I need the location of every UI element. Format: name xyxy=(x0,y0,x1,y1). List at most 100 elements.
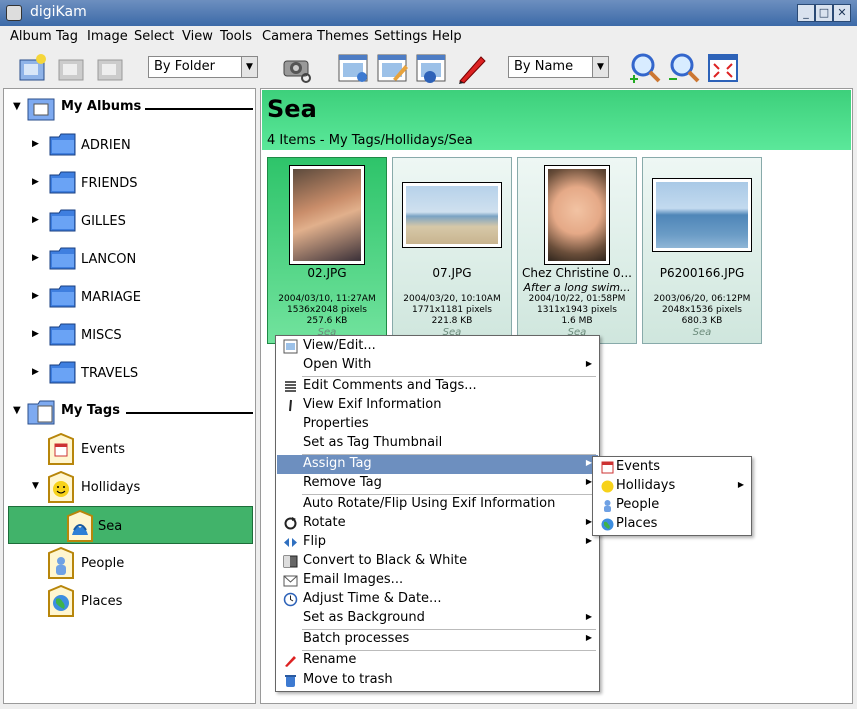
menu-settings[interactable]: Settings xyxy=(374,29,427,44)
menu-item-view-exif[interactable]: View Exif Information xyxy=(277,396,598,415)
menu-item-edit-comments[interactable]: Edit Comments and Tags... xyxy=(277,377,598,396)
submenu-arrow-icon: ▶ xyxy=(585,633,592,642)
albums-header[interactable]: ▼ My Albums xyxy=(4,91,255,121)
submenu-arrow-icon: ▶ xyxy=(737,480,744,489)
maximize-button[interactable]: □ xyxy=(815,4,833,22)
tag-hollidays[interactable]: ▼ Hollidays xyxy=(4,468,255,506)
menu-bar: Album Tag Image Select View Tools Camera… xyxy=(0,26,857,48)
sort-by-select[interactable]: By Name ▼ xyxy=(508,56,609,78)
album-miscs[interactable]: ▶ MISCS xyxy=(4,316,255,354)
close-button[interactable]: ✕ xyxy=(833,4,851,22)
menu-album[interactable]: Album xyxy=(10,29,52,44)
image-properties-icon[interactable] xyxy=(414,51,448,85)
fullscreen-icon[interactable] xyxy=(706,51,740,85)
menu-help[interactable]: Help xyxy=(432,29,462,44)
menu-item-convert-bw[interactable]: Convert to Black & White xyxy=(277,552,598,571)
edit-comments-icon[interactable] xyxy=(375,51,409,85)
view-image-icon[interactable] xyxy=(336,51,370,85)
collapsed-arrow-icon[interactable]: ▶ xyxy=(32,139,39,149)
menu-themes[interactable]: Themes xyxy=(317,29,369,44)
menu-item-assign-tag[interactable]: Assign Tag ▶ xyxy=(277,455,598,474)
menu-item-properties[interactable]: Properties xyxy=(277,415,598,434)
menu-item-set-background[interactable]: Set as Background ▶ xyxy=(277,609,598,628)
menu-item-label: Rotate xyxy=(303,515,346,530)
tags-header[interactable]: ▼ My Tags xyxy=(4,395,255,425)
album-lancon[interactable]: ▶ LANCON xyxy=(4,240,255,278)
menu-item-label: Auto Rotate/Flip Using Exif Information xyxy=(303,496,556,511)
file-date: 2004/03/10, 11:27AM xyxy=(278,294,376,304)
collapsed-arrow-icon[interactable]: ▶ xyxy=(32,253,39,263)
menu-item-rotate[interactable]: Rotate ▶ xyxy=(277,514,598,533)
thumbnail-item[interactable]: P6200166.JPG 2003/06/20, 06:12PM 2048x15… xyxy=(642,157,762,344)
submenu-item-events[interactable]: Events xyxy=(594,458,750,477)
zoom-out-icon[interactable] xyxy=(667,51,701,85)
group-by-select[interactable]: By Folder ▼ xyxy=(148,56,258,78)
album-mariage[interactable]: ▶ MARIAGE xyxy=(4,278,255,316)
menu-item-label: Batch processes xyxy=(303,631,410,646)
tag-events[interactable]: Events xyxy=(4,430,255,468)
collapsed-arrow-icon[interactable]: ▶ xyxy=(32,291,39,301)
black-white-icon xyxy=(283,555,298,568)
file-dimensions: 2048x1536 pixels xyxy=(662,305,742,315)
menu-item-label: Rename xyxy=(303,652,357,667)
menu-item-set-tag-thumbnail[interactable]: Set as Tag Thumbnail xyxy=(277,434,598,453)
submenu-item-places[interactable]: Places xyxy=(594,515,750,534)
menu-select[interactable]: Select xyxy=(134,29,174,44)
file-tags: Sea xyxy=(692,327,712,338)
tags-root-icon xyxy=(27,400,55,425)
menu-item-view-edit[interactable]: View/Edit... xyxy=(277,337,598,356)
tag-sea[interactable]: Sea xyxy=(8,506,253,544)
collapsed-arrow-icon[interactable]: ▶ xyxy=(32,177,39,187)
expanded-arrow-icon[interactable]: ▼ xyxy=(13,101,21,112)
menu-camera[interactable]: Camera xyxy=(262,29,313,44)
minimize-button[interactable]: _ xyxy=(797,4,815,22)
album-gilles[interactable]: ▶ GILLES xyxy=(4,202,255,240)
menu-item-flip[interactable]: Flip ▶ xyxy=(277,533,598,552)
expanded-arrow-icon[interactable]: ▼ xyxy=(32,481,39,491)
menu-item-auto-rotate[interactable]: Auto Rotate/Flip Using Exif Information xyxy=(277,495,598,514)
divider xyxy=(126,412,253,414)
menu-tag[interactable]: Tag xyxy=(56,29,78,44)
album-friends[interactable]: ▶ FRIENDS xyxy=(4,164,255,202)
menu-item-remove-tag[interactable]: Remove Tag ▶ xyxy=(277,474,598,493)
menu-item-rename[interactable]: Rename xyxy=(277,651,598,670)
delete-album-icon[interactable] xyxy=(94,51,128,85)
events-tag-icon xyxy=(601,461,614,474)
file-dimensions: 1771x1181 pixels xyxy=(412,305,492,315)
submenu-arrow-icon: ▶ xyxy=(585,359,592,368)
camera-icon[interactable] xyxy=(280,51,314,85)
zoom-in-icon[interactable] xyxy=(628,51,662,85)
collapsed-arrow-icon[interactable]: ▶ xyxy=(32,367,39,377)
album-label: MISCS xyxy=(81,328,122,343)
file-size: 680.3 KB xyxy=(681,316,723,326)
album-travels[interactable]: ▶ TRAVELS xyxy=(4,354,255,392)
new-album-icon[interactable] xyxy=(16,51,50,85)
thumbnail-item[interactable]: 07.JPG 2004/03/20, 10:10AM 1771x1181 pix… xyxy=(392,157,512,344)
menu-item-open-with[interactable]: Open With ▶ xyxy=(277,356,598,375)
file-date: 2004/03/20, 10:10AM xyxy=(403,294,501,304)
tag-people[interactable]: People xyxy=(4,544,255,582)
album-properties-icon[interactable] xyxy=(55,51,89,85)
sidebar: ▼ My Albums ▶ ADRIEN ▶ FRIENDS ▶ GILLES … xyxy=(3,88,256,704)
tag-label: Hollidays xyxy=(81,480,141,495)
menu-view[interactable]: View xyxy=(182,29,213,44)
menu-item-label: Convert to Black & White xyxy=(303,553,468,568)
menu-item-move-to-trash[interactable]: Move to trash xyxy=(277,671,598,690)
thumbnail-item[interactable]: 02.JPG 2004/03/10, 11:27AM 1536x2048 pix… xyxy=(267,157,387,344)
menu-item-email-images[interactable]: Email Images... xyxy=(277,571,598,590)
menu-tools[interactable]: Tools xyxy=(220,29,252,44)
thumbnail-item[interactable]: Chez Christine 0... After a long swim...… xyxy=(517,157,637,344)
view-image-icon xyxy=(283,339,298,354)
tag-places[interactable]: Places xyxy=(4,582,255,620)
collapsed-arrow-icon[interactable]: ▶ xyxy=(32,329,39,339)
expanded-arrow-icon[interactable]: ▼ xyxy=(13,405,21,416)
submenu-item-people[interactable]: People xyxy=(594,496,750,515)
menu-item-batch-processes[interactable]: Batch processes ▶ xyxy=(277,630,598,649)
collapsed-arrow-icon[interactable]: ▶ xyxy=(32,215,39,225)
pencil-icon[interactable] xyxy=(455,51,489,85)
menu-item-adjust-time[interactable]: Adjust Time & Date... xyxy=(277,590,598,609)
menu-image[interactable]: Image xyxy=(87,29,128,44)
submenu-item-hollidays[interactable]: Hollidays ▶ xyxy=(594,477,750,496)
album-adrien[interactable]: ▶ ADRIEN xyxy=(4,126,255,164)
menu-item-label: Remove Tag xyxy=(303,475,382,490)
